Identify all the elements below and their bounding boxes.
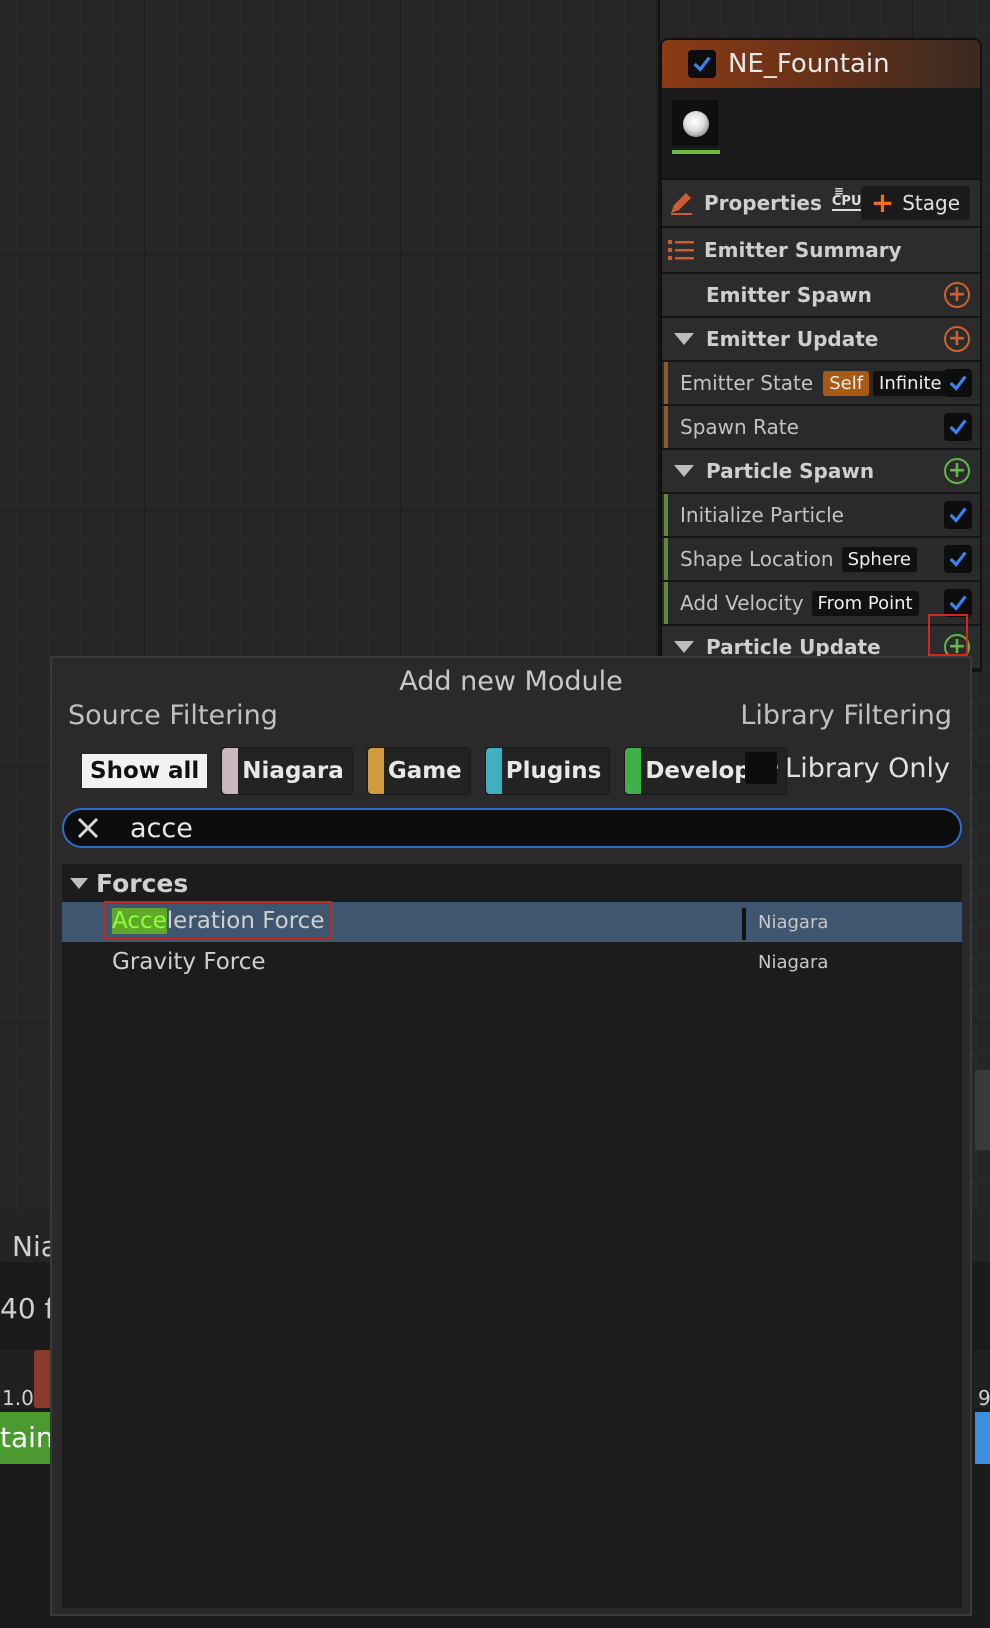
filter-label: Game: [387, 758, 462, 784]
popup-title: Add new Module: [399, 666, 623, 697]
result-name-rest: leration Force: [166, 908, 325, 934]
filter-game[interactable]: Game: [366, 747, 471, 795]
filter-label: Niagara: [242, 758, 344, 784]
emitter-node-header[interactable]: NE_Fountain: [662, 40, 980, 88]
collapse-triangle-icon[interactable]: [674, 641, 694, 653]
filter-label: Plugins: [505, 758, 602, 784]
module-enable-checkbox[interactable]: [944, 413, 972, 441]
collapse-triangle-icon[interactable]: [70, 877, 88, 889]
source-filtering-label: Source Filtering: [68, 700, 278, 731]
add-module-highlight-box: [928, 614, 968, 656]
source-filter-bar: Show all Niagara Game Plugins Developer: [82, 746, 801, 796]
section-label: Emitter Update: [706, 327, 879, 351]
filter-niagara[interactable]: Niagara: [221, 747, 353, 795]
pencil-icon: [671, 193, 692, 215]
add-stage-button[interactable]: + Stage: [860, 186, 970, 220]
result-source: Niagara: [758, 951, 829, 973]
module-enable-checkbox[interactable]: [944, 589, 972, 617]
module-enable-checkbox[interactable]: [944, 545, 972, 573]
emitter-node-title: NE_Fountain: [728, 49, 890, 79]
filter-label: Show all: [82, 754, 208, 788]
tag-from-point: From Point: [811, 590, 919, 616]
module-label: Add Velocity: [680, 591, 804, 615]
track-bar-right[interactable]: [975, 1412, 990, 1464]
add-module-emitter-spawn-button[interactable]: +: [944, 282, 970, 308]
section-emitter-update[interactable]: Emitter Update +: [662, 318, 980, 362]
library-only-toggle[interactable]: Library Only: [745, 752, 950, 784]
plus-icon: +: [870, 186, 895, 219]
result-acceleration-force[interactable]: Acce leration Force Niagara: [62, 901, 962, 942]
stage-button-label: Stage: [902, 191, 960, 215]
section-emitter-spawn[interactable]: Emitter Spawn +: [662, 274, 980, 318]
add-module-popup[interactable]: Add new Module Source Filtering Library …: [50, 656, 972, 1616]
section-label: Emitter Spawn: [706, 283, 872, 307]
check-icon: [949, 375, 967, 391]
scroll-fragment: [975, 1070, 990, 1150]
module-label: Spawn Rate: [680, 415, 799, 439]
add-module-particle-spawn-button[interactable]: +: [944, 458, 970, 484]
filter-swatch: [222, 748, 239, 794]
search-input[interactable]: [128, 811, 912, 845]
ruler-tick-right: 9: [978, 1386, 990, 1410]
filter-show-all[interactable]: Show all: [82, 747, 208, 795]
library-only-label: Library Only: [785, 752, 950, 784]
properties-label: Properties: [704, 191, 822, 215]
section-particle-spawn[interactable]: Particle Spawn +: [662, 450, 980, 494]
check-icon: [693, 56, 711, 72]
emitter-thumbnail[interactable]: [672, 100, 718, 146]
library-only-checkbox[interactable]: [745, 752, 778, 784]
category-label: Forces: [96, 868, 189, 898]
module-label: Initialize Particle: [680, 503, 844, 527]
emitter-thumbnail-row: [662, 88, 980, 180]
emitter-enable-checkbox[interactable]: [688, 50, 716, 78]
module-emitter-state[interactable]: Emitter State Self Infinite: [662, 362, 980, 406]
collapse-triangle-icon[interactable]: [674, 465, 694, 477]
tag-infinite: Infinite: [873, 370, 948, 396]
result-gravity-force[interactable]: Gravity Force Niagara: [62, 942, 962, 982]
tag-self: Self: [823, 370, 870, 396]
thumbnail-status-bar: [672, 150, 720, 154]
clear-search-icon[interactable]: [74, 814, 102, 842]
module-label: Shape Location: [680, 547, 834, 571]
module-enable-checkbox[interactable]: [944, 501, 972, 529]
category-forces[interactable]: Forces: [62, 864, 962, 902]
filter-swatch: [367, 748, 384, 794]
check-icon: [949, 551, 967, 567]
check-icon: [949, 595, 967, 611]
module-initialize-particle[interactable]: Initialize Particle: [662, 494, 980, 538]
filter-swatch: [485, 748, 502, 794]
emitter-summary-label: Emitter Summary: [704, 238, 902, 262]
filter-swatch: [625, 748, 642, 794]
module-enable-checkbox[interactable]: [944, 369, 972, 397]
particle-sprite-icon: [683, 111, 709, 137]
module-shape-location[interactable]: Shape Location Sphere: [662, 538, 980, 582]
add-module-emitter-update-button[interactable]: +: [944, 326, 970, 352]
tag-sphere: Sphere: [841, 546, 917, 572]
collapse-triangle-icon[interactable]: [674, 333, 694, 345]
emitter-track-bar[interactable]: tain: [0, 1412, 54, 1464]
result-source: Niagara: [741, 907, 829, 940]
filter-plugins[interactable]: Plugins: [484, 747, 611, 795]
properties-row[interactable]: Properties CPU + Stage: [662, 180, 980, 228]
emitter-node[interactable]: NE_Fountain Properties CPU + Stage Emitt…: [660, 38, 982, 672]
check-icon: [949, 419, 967, 435]
section-label: Particle Spawn: [706, 459, 875, 483]
cpu-icon: CPU: [831, 185, 862, 211]
search-match-highlight: Acce: [112, 908, 167, 934]
module-spawn-rate[interactable]: Spawn Rate: [662, 406, 980, 450]
library-filtering-label: Library Filtering: [740, 700, 952, 731]
results-list[interactable]: Forces Acce leration Force Niagara Gravit…: [62, 864, 962, 1608]
emitter-summary-row[interactable]: Emitter Summary: [662, 228, 980, 274]
result-name: Gravity Force: [112, 949, 266, 975]
result-name: Acce leration Force: [104, 901, 333, 939]
check-icon: [949, 507, 967, 523]
search-bar[interactable]: [62, 808, 962, 848]
module-label: Emitter State: [680, 371, 814, 395]
list-icon: [668, 240, 694, 260]
